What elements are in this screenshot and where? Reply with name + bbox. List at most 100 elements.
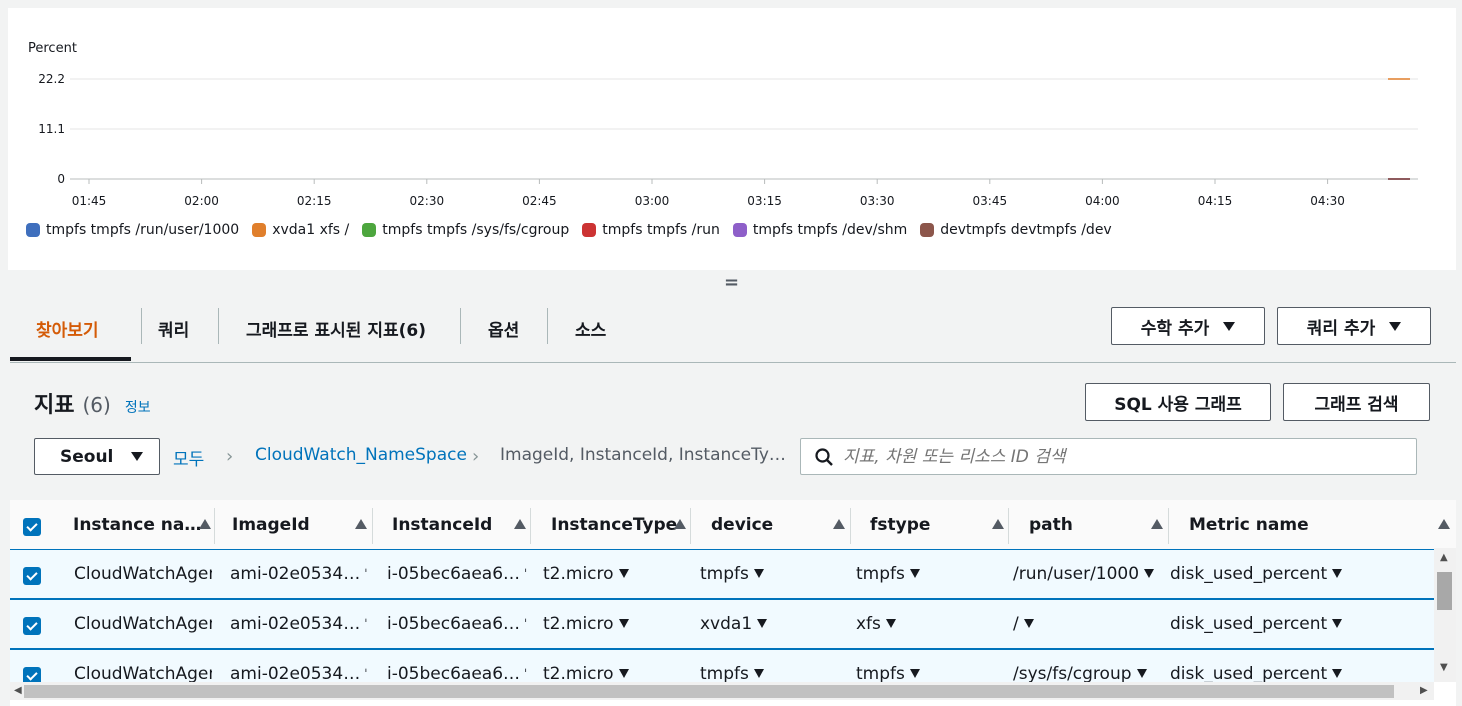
cell-device[interactable]: tmpfs bbox=[700, 550, 845, 598]
legend-item[interactable]: xvda1 xfs / bbox=[252, 222, 349, 238]
sort-asc-icon[interactable] bbox=[674, 519, 686, 529]
filter-dropdown-icon[interactable] bbox=[753, 568, 764, 578]
filter-dropdown-icon[interactable] bbox=[1136, 668, 1147, 678]
add-query-button[interactable]: 쿼리 추가 bbox=[1277, 307, 1431, 345]
add-math-button[interactable]: 수학 추가 bbox=[1111, 307, 1265, 345]
column-divider[interactable] bbox=[1008, 508, 1009, 544]
cell-metric-name[interactable]: disk_used_percent bbox=[1170, 600, 1370, 648]
tab-source[interactable]: 소스 bbox=[575, 297, 606, 360]
filter-dropdown-icon[interactable] bbox=[757, 618, 768, 628]
legend-item[interactable]: tmpfs tmpfs /sys/fs/cgroup bbox=[362, 222, 569, 238]
tab-divider bbox=[547, 308, 548, 344]
truncation-mark-icon: ˈ bbox=[524, 567, 527, 581]
col-instance-id[interactable]: InstanceId bbox=[392, 500, 492, 550]
cell-image-id-text: ami-02e0534… bbox=[230, 614, 361, 634]
cell-instance-type-text: t2.micro bbox=[543, 614, 614, 634]
breadcrumb-dimensions: ImageId, InstanceId, InstanceTy… bbox=[500, 445, 786, 465]
breadcrumb-all[interactable]: 모두 bbox=[173, 445, 204, 470]
resize-handle[interactable]: = bbox=[724, 274, 739, 292]
sort-asc-icon[interactable] bbox=[514, 519, 526, 529]
filter-dropdown-icon[interactable] bbox=[618, 618, 629, 628]
x-tick-label: 04:00 bbox=[1085, 194, 1120, 208]
col-instance-type[interactable]: InstanceType bbox=[551, 500, 677, 550]
graph-search-button[interactable]: 그래프 검색 bbox=[1283, 383, 1430, 421]
filter-dropdown-icon[interactable] bbox=[753, 668, 764, 678]
scroll-left-icon[interactable]: ◀ bbox=[14, 685, 22, 696]
cell-instance-type[interactable]: t2.micro bbox=[543, 600, 688, 648]
tab-browse[interactable]: 찾아보기 bbox=[36, 297, 99, 360]
search-input[interactable] bbox=[843, 446, 1403, 467]
breadcrumb-namespace[interactable]: CloudWatch_NameSpace bbox=[255, 445, 467, 465]
scroll-down-icon[interactable]: ▼ bbox=[1440, 662, 1448, 673]
scroll-up-icon[interactable]: ▲ bbox=[1440, 552, 1448, 563]
cell-fstype-text: tmpfs bbox=[856, 664, 905, 684]
column-divider[interactable] bbox=[372, 508, 373, 544]
legend-label: tmpfs tmpfs /dev/shm bbox=[752, 222, 908, 238]
sort-asc-icon[interactable] bbox=[992, 519, 1004, 529]
sql-graph-button[interactable]: SQL 사용 그래프 bbox=[1085, 383, 1271, 421]
filter-dropdown-icon[interactable] bbox=[618, 668, 629, 678]
vertical-scrollbar[interactable]: ▲ ▼ bbox=[1434, 548, 1456, 682]
region-select[interactable]: Seoul bbox=[34, 438, 160, 475]
col-metric-name[interactable]: Metric name bbox=[1189, 500, 1309, 550]
sort-asc-icon[interactable] bbox=[199, 519, 211, 529]
filter-dropdown-icon[interactable] bbox=[1023, 618, 1034, 628]
table-row[interactable]: CloudWatchAgen ami-02e0534… ˈ i-05bec6aea… bbox=[10, 599, 1434, 649]
horizontal-scroll-thumb[interactable] bbox=[24, 685, 1394, 698]
filter-dropdown-icon[interactable] bbox=[1332, 618, 1343, 628]
row-checkbox[interactable] bbox=[23, 567, 41, 585]
cell-device-text: tmpfs bbox=[700, 664, 749, 684]
search-box[interactable] bbox=[800, 438, 1417, 475]
row-checkbox[interactable] bbox=[23, 617, 41, 635]
tab-divider bbox=[141, 308, 142, 344]
col-device[interactable]: device bbox=[711, 500, 773, 550]
sort-asc-icon[interactable] bbox=[1438, 519, 1450, 529]
select-all-checkbox[interactable] bbox=[23, 518, 41, 536]
horizontal-scrollbar[interactable]: ◀ ▶ bbox=[10, 682, 1434, 700]
filter-dropdown-icon[interactable] bbox=[1332, 568, 1343, 578]
sort-asc-icon[interactable] bbox=[1151, 519, 1163, 529]
cell-metric-name[interactable]: disk_used_percent bbox=[1170, 550, 1370, 598]
tab-options[interactable]: 옵션 bbox=[488, 297, 519, 360]
column-divider[interactable] bbox=[690, 508, 691, 544]
filter-dropdown-icon[interactable] bbox=[618, 568, 629, 578]
cell-fstype[interactable]: tmpfs bbox=[856, 550, 1001, 598]
cell-fstype[interactable]: xfs bbox=[856, 600, 1001, 648]
legend-item[interactable]: tmpfs tmpfs /run bbox=[582, 222, 720, 238]
cell-device[interactable]: xvda1 bbox=[700, 600, 845, 648]
info-link[interactable]: 정보 bbox=[125, 397, 151, 417]
legend-item[interactable]: tmpfs tmpfs /run/user/1000 bbox=[26, 222, 239, 238]
legend-item[interactable]: tmpfs tmpfs /dev/shm bbox=[732, 222, 908, 238]
col-instance-name[interactable]: Instance na… bbox=[73, 500, 201, 550]
sort-asc-icon[interactable] bbox=[355, 519, 367, 529]
legend-item[interactable]: devtmpfs devtmpfs /dev bbox=[920, 222, 1112, 238]
x-tick-label: 02:15 bbox=[297, 194, 332, 208]
cell-device-text: xvda1 bbox=[700, 614, 753, 634]
col-path[interactable]: path bbox=[1029, 500, 1073, 550]
sort-asc-icon[interactable] bbox=[833, 519, 845, 529]
scroll-right-icon[interactable]: ▶ bbox=[1420, 685, 1428, 696]
vertical-scroll-thumb[interactable] bbox=[1437, 572, 1452, 610]
filter-dropdown-icon[interactable] bbox=[1332, 668, 1343, 678]
column-divider[interactable] bbox=[850, 508, 851, 544]
filter-dropdown-icon[interactable] bbox=[909, 668, 920, 678]
column-divider[interactable] bbox=[214, 508, 215, 544]
col-image-id[interactable]: ImageId bbox=[232, 500, 310, 550]
tab-query[interactable]: 쿼리 bbox=[158, 297, 189, 360]
table-row[interactable]: CloudWatchAgen ami-02e0534… ˈ i-05bec6aea… bbox=[10, 549, 1434, 599]
cell-path[interactable]: /run/user/1000 bbox=[1013, 550, 1165, 598]
legend-swatch bbox=[362, 223, 377, 237]
chevron-right-icon: › bbox=[472, 446, 480, 467]
tab-graphed-metrics[interactable]: 그래프로 표시된 지표(6) bbox=[246, 297, 426, 360]
col-fstype[interactable]: fstype bbox=[870, 500, 930, 550]
column-divider[interactable] bbox=[1168, 508, 1169, 544]
cell-instance-type[interactable]: t2.micro bbox=[543, 550, 688, 598]
filter-dropdown-icon[interactable] bbox=[885, 618, 896, 628]
cell-path[interactable]: / bbox=[1013, 600, 1165, 648]
column-divider[interactable] bbox=[530, 508, 531, 544]
filter-dropdown-icon[interactable] bbox=[909, 568, 920, 578]
legend-label: devtmpfs devtmpfs /dev bbox=[940, 222, 1112, 238]
filter-dropdown-icon[interactable] bbox=[1144, 568, 1155, 578]
cell-path-text: /run/user/1000 bbox=[1013, 564, 1140, 584]
x-tick-label: 03:15 bbox=[747, 194, 782, 208]
